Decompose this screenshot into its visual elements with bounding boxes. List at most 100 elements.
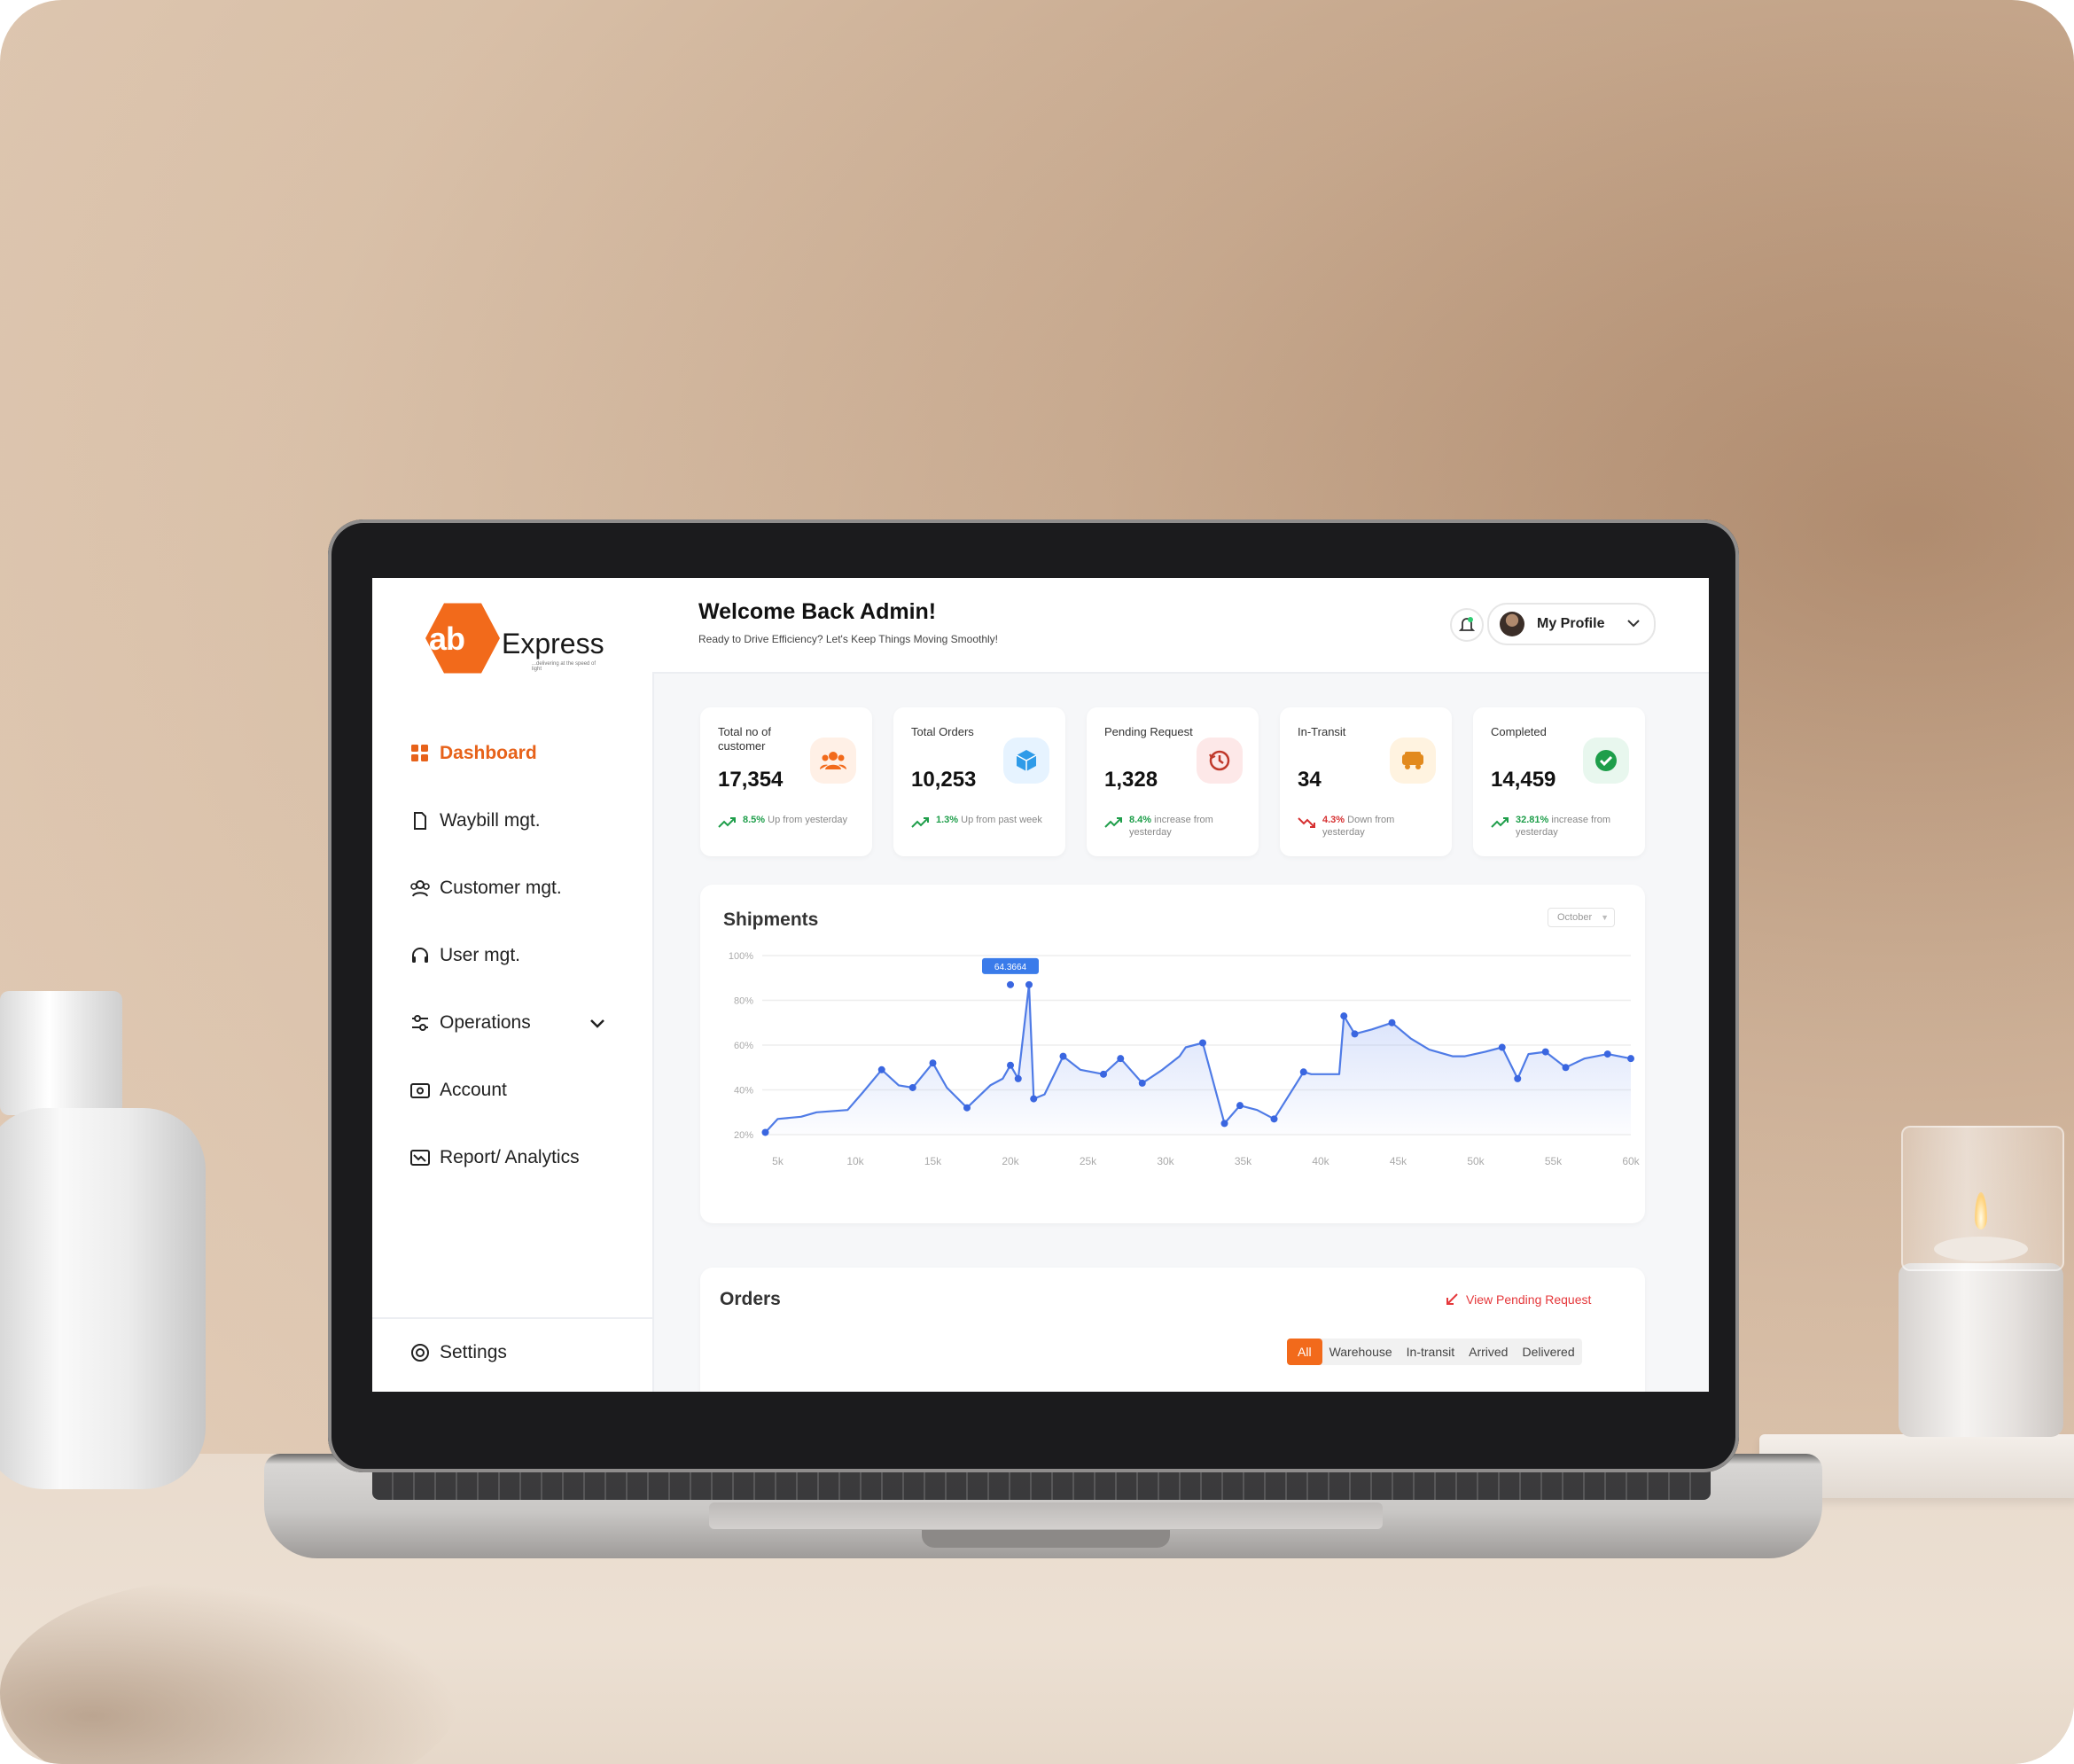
photo-scene: ab Express ...delivering at the speed of… xyxy=(0,0,2074,1764)
data-point xyxy=(761,1128,769,1136)
data-point xyxy=(1014,1074,1022,1082)
x-tick-label: 50k xyxy=(1467,1155,1485,1167)
x-tick-label: 5k xyxy=(772,1155,784,1167)
y-tick-label: 100% xyxy=(729,951,753,962)
month-select[interactable]: October ▼ xyxy=(1548,908,1615,927)
card-value: 17,354 xyxy=(718,768,784,792)
trend-up-icon xyxy=(911,816,932,831)
arrow-down-left-icon xyxy=(1446,1293,1458,1305)
stat-card-in-transit[interactable]: In-Transit 34 4.3% Down from yesterday xyxy=(1280,707,1452,856)
sidebar-item-dashboard[interactable]: Dashboard xyxy=(409,736,537,771)
data-point xyxy=(929,1059,937,1067)
tab-arrived[interactable]: Arrived xyxy=(1462,1339,1515,1365)
notification-button[interactable] xyxy=(1450,608,1484,642)
highlight-point xyxy=(1005,979,1016,990)
orders-title: Orders xyxy=(720,1289,781,1309)
data-point xyxy=(1100,1070,1107,1078)
sliders-icon xyxy=(409,1012,431,1034)
data-point xyxy=(1199,1039,1206,1047)
data-point xyxy=(1236,1102,1244,1110)
sidebar-item-customers[interactable]: Customer mgt. xyxy=(409,870,562,906)
sidebar-item-waybill[interactable]: Waybill mgt. xyxy=(409,803,541,839)
tab-delivered[interactable]: Delivered xyxy=(1515,1339,1581,1365)
profile-menu[interactable]: My Profile xyxy=(1487,603,1656,645)
card-title: In-Transit xyxy=(1298,725,1346,738)
candle-holder xyxy=(1899,1263,2063,1437)
card-change: 4.3% Down from yesterday xyxy=(1322,815,1395,838)
x-tick-label: 55k xyxy=(1545,1155,1563,1167)
data-point xyxy=(877,1065,885,1073)
chevron-down-icon[interactable] xyxy=(587,1012,608,1034)
sidebar: ab Express ...delivering at the speed of… xyxy=(372,578,654,1392)
check-icon xyxy=(1583,738,1629,784)
trend-down-icon xyxy=(1298,816,1319,831)
sidebar-item-label: User mgt. xyxy=(440,945,521,965)
trend-up-icon xyxy=(1491,816,1512,831)
card-title: Pending Request xyxy=(1104,725,1193,738)
document-icon xyxy=(409,810,431,831)
data-point xyxy=(1514,1074,1522,1082)
clock-icon xyxy=(1197,738,1243,784)
sidebar-item-account[interactable]: Account xyxy=(409,1073,507,1108)
brand-logo[interactable]: ab Express ...delivering at the speed of… xyxy=(425,596,604,684)
headset-icon xyxy=(409,945,431,966)
sidebar-item-operations[interactable]: Operations xyxy=(409,1005,640,1041)
gear-icon xyxy=(409,1342,431,1363)
laptop-notch xyxy=(922,1530,1170,1548)
tab-warehouse[interactable]: Warehouse xyxy=(1322,1339,1400,1365)
stat-card-completed[interactable]: Completed 14,459 32.81% increase from ye… xyxy=(1473,707,1645,856)
tooltip-label: 64.3664 xyxy=(994,963,1027,972)
trend-up-icon xyxy=(1104,816,1126,831)
sidebar-item-label: Report/ Analytics xyxy=(440,1147,580,1167)
stat-card-customers[interactable]: Total no of customer 17,354 8.5% Up from… xyxy=(700,707,872,856)
stat-card-orders[interactable]: Total Orders 10,253 1.3% Up from past we… xyxy=(893,707,1065,856)
view-pending-link[interactable]: View Pending Request xyxy=(1445,1292,1591,1307)
sidebar-divider xyxy=(372,1317,652,1319)
x-tick-label: 20k xyxy=(1002,1155,1019,1167)
brand-tagline: ...delivering at the speed of light xyxy=(532,661,596,672)
card-title: Total no of customer xyxy=(718,725,771,753)
shipments-title: Shipments xyxy=(723,909,819,930)
bell-icon xyxy=(1459,617,1475,631)
vase xyxy=(0,1108,206,1489)
card-value: 34 xyxy=(1298,768,1322,792)
card-change: 8.5% Up from yesterday xyxy=(743,815,848,825)
series-area xyxy=(765,984,1631,1135)
data-point xyxy=(1117,1055,1125,1063)
box-icon xyxy=(1003,738,1049,784)
logo-mark: ab xyxy=(429,621,465,657)
trend-up-icon xyxy=(718,816,739,831)
order-status-tabs: All Warehouse In-transit Arrived Deliver… xyxy=(1287,1339,1582,1365)
data-point xyxy=(1388,1019,1396,1026)
sidebar-item-label: Settings xyxy=(440,1342,507,1362)
page-title: Welcome Back Admin! xyxy=(698,599,937,624)
top-bar: Welcome Back Admin! Ready to Drive Effic… xyxy=(652,578,1709,674)
profile-label: My Profile xyxy=(1537,616,1605,631)
data-point xyxy=(1220,1120,1228,1128)
data-point xyxy=(1351,1030,1359,1038)
card-value: 14,459 xyxy=(1491,768,1556,792)
sidebar-item-users[interactable]: User mgt. xyxy=(409,938,520,973)
data-point xyxy=(1059,1052,1067,1060)
data-point xyxy=(1270,1115,1278,1123)
data-point xyxy=(1498,1043,1506,1051)
brand-name: Express xyxy=(502,628,604,660)
card-value: 1,328 xyxy=(1104,768,1158,792)
tab-all[interactable]: All xyxy=(1287,1339,1322,1365)
chart-icon xyxy=(409,1147,431,1168)
x-tick-label: 35k xyxy=(1235,1155,1252,1167)
tab-in-transit[interactable]: In-transit xyxy=(1400,1339,1462,1365)
card-change: 8.4% increase from yesterday xyxy=(1129,815,1213,838)
avatar xyxy=(1500,612,1524,636)
y-tick-label: 20% xyxy=(734,1130,753,1141)
sidebar-item-settings[interactable]: Settings xyxy=(409,1335,507,1370)
page-subtitle: Ready to Drive Efficiency? Let's Keep Th… xyxy=(698,633,999,645)
stat-card-pending[interactable]: Pending Request 1,328 8.4% increase from… xyxy=(1087,707,1259,856)
card-title: Total Orders xyxy=(911,725,974,738)
card-value: 10,253 xyxy=(911,768,977,792)
card-title: Completed xyxy=(1491,725,1547,738)
wallet-icon xyxy=(409,1080,431,1101)
candle-wax xyxy=(1934,1237,2028,1261)
y-tick-label: 40% xyxy=(734,1086,753,1097)
sidebar-item-reports[interactable]: Report/ Analytics xyxy=(409,1140,580,1175)
